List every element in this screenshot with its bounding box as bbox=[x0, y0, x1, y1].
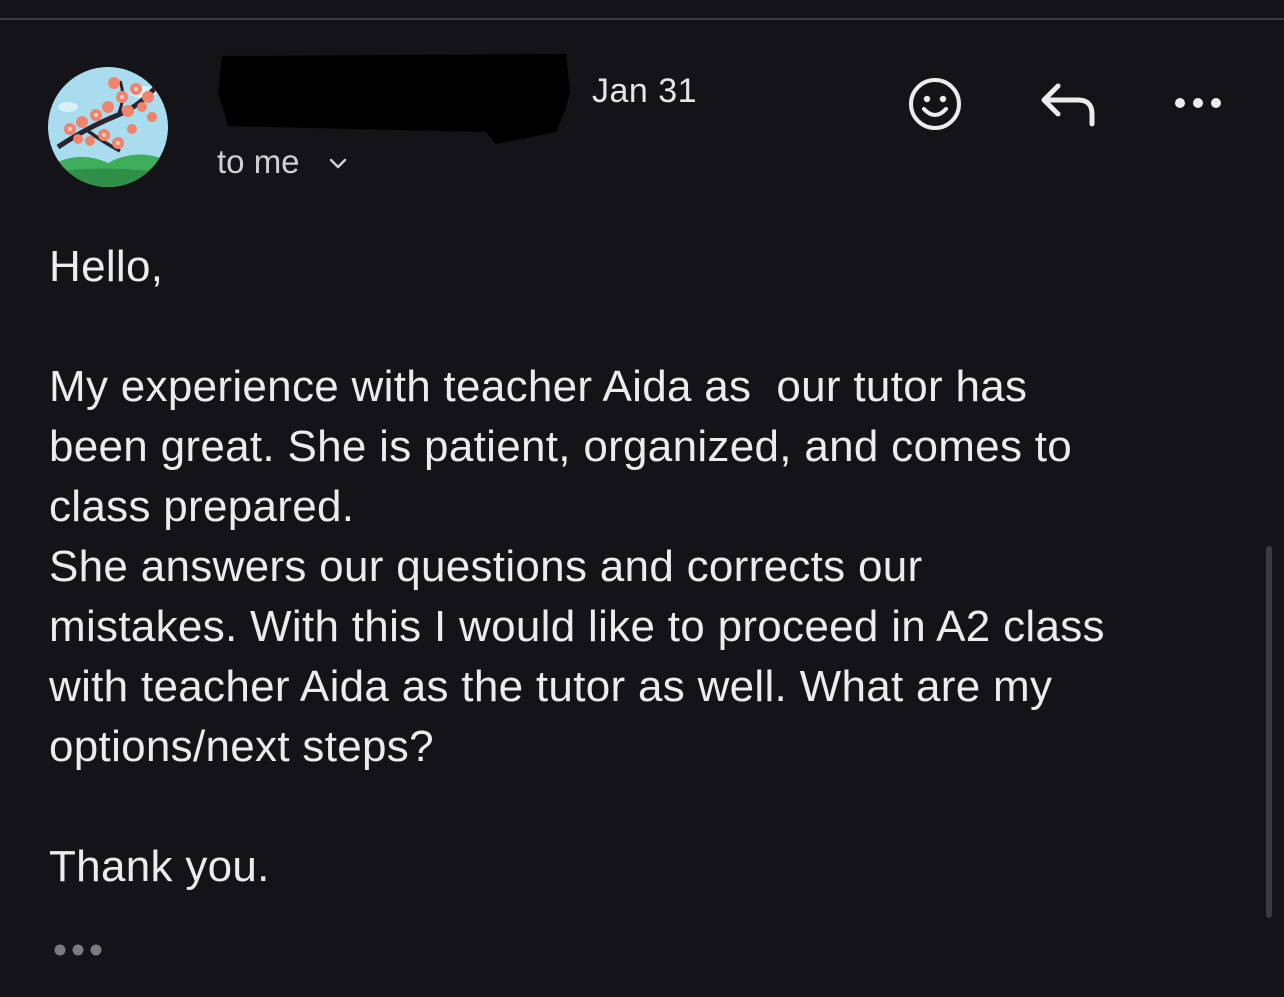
body-line: She answers our questions and corrects o… bbox=[49, 542, 923, 591]
body-line: been great. She is patient, organized, a… bbox=[49, 422, 1073, 471]
email-date: Jan 31 bbox=[592, 72, 698, 110]
smiley-icon[interactable] bbox=[906, 75, 964, 133]
body-line: mistakes. With this I would like to proc… bbox=[49, 602, 1105, 651]
sender-avatar[interactable] bbox=[48, 67, 168, 187]
body-line: My experience with teacher Aida as our t… bbox=[49, 362, 1028, 411]
body-line: options/next steps? bbox=[49, 722, 434, 771]
cherry-blossom-avatar-icon bbox=[48, 67, 168, 187]
recipient-label: to me bbox=[217, 143, 300, 180]
body-line: with teacher Aida as the tutor as well. … bbox=[49, 662, 1053, 711]
email-body: Hello, My experience with teacher Aida a… bbox=[49, 237, 1249, 897]
chevron-down-icon bbox=[329, 158, 346, 169]
more-horizontal-icon[interactable] bbox=[1170, 88, 1226, 118]
sender-name-redacted bbox=[216, 52, 572, 144]
ellipsis-icon[interactable] bbox=[52, 936, 108, 964]
body-line: class prepared. bbox=[49, 482, 355, 531]
scrollbar[interactable] bbox=[1266, 546, 1272, 918]
email-message: Jan 31 to me Hello, My experience with t… bbox=[0, 0, 1284, 997]
reply-icon[interactable] bbox=[1038, 78, 1098, 130]
greeting: Hello, bbox=[49, 242, 164, 291]
recipient-details-toggle[interactable]: to me bbox=[217, 143, 348, 181]
closing: Thank you. bbox=[49, 842, 270, 891]
